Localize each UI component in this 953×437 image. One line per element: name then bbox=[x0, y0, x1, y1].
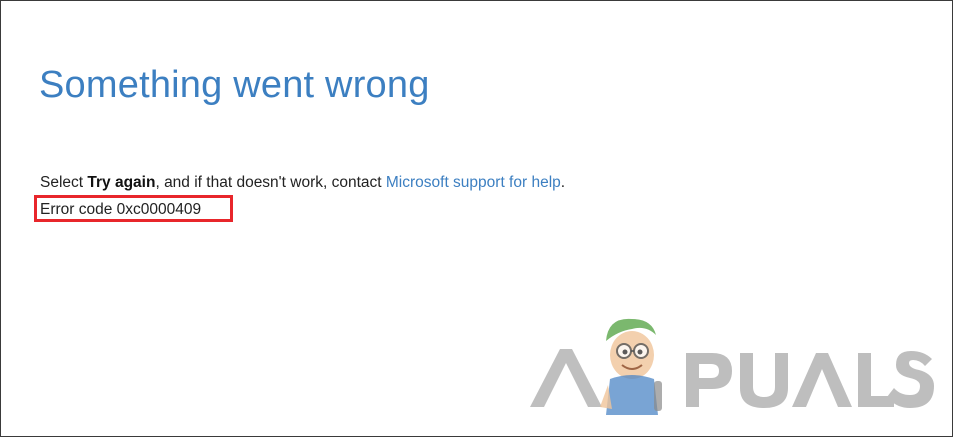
appuals-watermark-logo bbox=[530, 318, 934, 415]
message-prefix: Select bbox=[40, 174, 88, 191]
microsoft-support-link[interactable]: Microsoft support for help bbox=[386, 174, 561, 191]
mascot-icon bbox=[600, 318, 662, 415]
error-dialog: Something went wrong Select Try again, a… bbox=[0, 0, 953, 437]
error-message: Select Try again, and if that doesn't wo… bbox=[40, 174, 565, 192]
message-middle: , and if that doesn't work, contact bbox=[155, 174, 386, 191]
error-code-highlight-box bbox=[34, 195, 233, 222]
try-again-emphasis: Try again bbox=[87, 174, 156, 191]
page-title: Something went wrong bbox=[39, 64, 430, 106]
message-suffix: . bbox=[560, 174, 566, 191]
